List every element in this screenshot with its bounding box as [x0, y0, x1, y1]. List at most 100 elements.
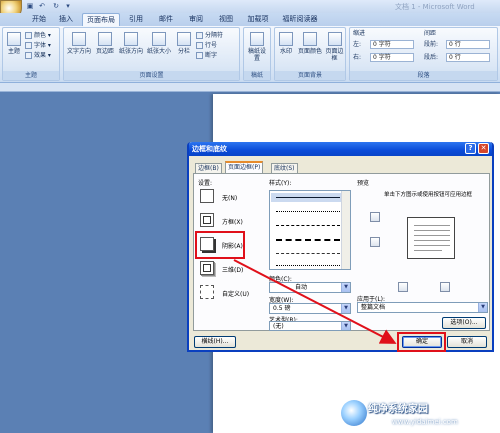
text-direction-button[interactable]: 文字方向: [66, 32, 92, 66]
group-label: 稿纸: [244, 71, 270, 80]
tab-mailings[interactable]: 邮件: [154, 13, 178, 26]
themes-button[interactable]: 主题: [5, 32, 23, 66]
customize-qa-icon[interactable]: ▾: [64, 2, 72, 10]
ribbon-tabs: 开始 插入 页面布局 引用 邮件 审阅 视图 加载项 福昕阅读器: [0, 13, 500, 26]
redo-icon[interactable]: ↻: [52, 2, 60, 10]
style-dash-dot-dot[interactable]: [276, 265, 340, 266]
watermark-url: www.yidaimei.com: [392, 418, 458, 426]
setting-box[interactable]: 方框(X): [200, 213, 260, 230]
indent-left-label: 左:: [353, 41, 362, 48]
style-dotted[interactable]: [276, 211, 340, 212]
help-button[interactable]: ?: [465, 143, 476, 154]
chevron-down-icon[interactable]: ▼: [478, 303, 487, 312]
site-logo-icon: [341, 400, 367, 426]
horizontal-line-button[interactable]: 横线(H)...: [194, 336, 236, 348]
width-select[interactable]: 0.5 磅 ▼: [269, 303, 351, 314]
tab-home[interactable]: 开始: [26, 13, 52, 26]
border-bottom-button[interactable]: [370, 237, 380, 247]
setting-box-label: 方框(X): [222, 219, 243, 226]
close-button[interactable]: ✕: [478, 143, 489, 154]
hyphenation-button[interactable]: 断字: [196, 51, 217, 60]
border-left-button[interactable]: [398, 282, 408, 292]
page-color-button[interactable]: 页面颜色: [297, 32, 323, 66]
style-list-scrollbar[interactable]: [341, 191, 350, 269]
preview-text-line: [414, 250, 442, 251]
tab-addins[interactable]: 加载项: [244, 13, 272, 26]
group-label: 段落: [350, 71, 497, 80]
chevron-down-icon[interactable]: ▼: [341, 322, 350, 330]
columns-button[interactable]: 分栏: [174, 32, 194, 66]
draft-paper-button[interactable]: 稿纸设置: [246, 32, 268, 66]
highlight-ok-button: [397, 332, 446, 352]
spacing-label: 间距: [424, 30, 437, 37]
text-direction-icon: [72, 32, 86, 46]
setting-3d-label: 三维(D): [222, 267, 244, 274]
highlight-shadow-setting: [195, 231, 245, 259]
breaks-button[interactable]: 分隔符: [196, 31, 223, 40]
border-top-button[interactable]: [370, 212, 380, 222]
group-label: 主题: [3, 71, 59, 80]
theme-effects-button[interactable]: 效果 ▾: [25, 51, 51, 60]
save-icon[interactable]: ▣: [26, 2, 34, 10]
style-label: 样式(Y):: [269, 180, 292, 187]
margins-icon: [98, 32, 112, 46]
dialog-title: 边框和底纹: [189, 142, 492, 156]
tab-references[interactable]: 引用: [124, 13, 148, 26]
setting-custom-icon: [200, 285, 214, 299]
options-button[interactable]: 选项(O)...: [442, 317, 486, 329]
indent-label: 缩进: [353, 30, 366, 37]
spacing-after-input[interactable]: 0 行: [446, 53, 490, 62]
setting-none-label: 无(N): [222, 195, 238, 202]
preview-text-line: [414, 235, 450, 236]
tab-review[interactable]: 审阅: [184, 13, 208, 26]
indent-right-input[interactable]: 0 字符: [370, 53, 414, 62]
tab-foxit[interactable]: 福昕阅读器: [278, 13, 322, 26]
theme-fonts-button[interactable]: 字体 ▾: [25, 41, 51, 50]
watermark-button[interactable]: 水印: [276, 32, 296, 66]
window-title: 文档 1 - Microsoft Word: [395, 3, 475, 11]
page-color-icon: [303, 32, 317, 46]
size-button[interactable]: 纸张大小: [146, 32, 172, 66]
art-select[interactable]: (无) ▼: [269, 321, 351, 331]
style-dash-dot[interactable]: [276, 253, 340, 254]
undo-icon[interactable]: ↶: [38, 2, 46, 10]
spacing-before-input[interactable]: 0 行: [446, 40, 490, 49]
indent-left-input[interactable]: 0 字符: [370, 40, 414, 49]
themes-icon: [7, 32, 21, 46]
borders-shading-dialog: 边框和底纹 ? ✕ 边框(B) 页面边框(P) 底纹(S) 设置: 无(N) 方…: [187, 142, 494, 352]
theme-colors-button[interactable]: 颜色 ▾: [25, 31, 51, 40]
group-label: 页面设置: [64, 71, 239, 80]
setting-none[interactable]: 无(N): [200, 189, 260, 206]
setting-custom[interactable]: 自定义(U): [200, 285, 266, 302]
style-list[interactable]: [269, 190, 351, 270]
line-numbers-button[interactable]: 行号: [196, 41, 217, 50]
apply-to-select[interactable]: 整篇文档 ▼: [357, 302, 488, 313]
preview-area[interactable]: 单击下方图示或使用按钮可应用边框: [358, 182, 486, 310]
effects-icon: [25, 52, 32, 59]
margins-button[interactable]: 页边距: [94, 32, 116, 66]
ruler[interactable]: [0, 83, 500, 92]
tab-insert[interactable]: 插入: [54, 13, 78, 26]
style-dashed[interactable]: [276, 225, 340, 226]
page-borders-button[interactable]: 页面边框: [324, 32, 345, 66]
group-paragraph: 缩进 左: 0 字符 右: 0 字符 间距 段前: 0 行 段后: 0 行 段落: [349, 27, 498, 81]
title-bar: ▣ ↶ ↻ ▾ 文档 1 - Microsoft Word: [0, 0, 500, 13]
orientation-button[interactable]: 纸张方向: [118, 32, 144, 66]
border-right-button[interactable]: [440, 282, 450, 292]
draft-paper-icon: [250, 32, 264, 46]
chevron-down-icon[interactable]: ▼: [341, 283, 350, 292]
line-numbers-icon: [196, 42, 203, 49]
art-value: (无): [273, 323, 284, 330]
group-label: 页面背景: [275, 71, 345, 80]
page-borders-icon: [327, 32, 342, 46]
style-dash-long[interactable]: [276, 239, 340, 241]
setting-box-icon: [200, 213, 214, 227]
tab-page-layout[interactable]: 页面布局: [82, 13, 120, 26]
tab-view[interactable]: 视图: [214, 13, 238, 26]
color-select[interactable]: 自动 ▼: [269, 282, 351, 293]
chevron-down-icon[interactable]: ▼: [341, 304, 350, 313]
setting-3d[interactable]: 三维(D): [200, 261, 260, 278]
style-selected-highlight: [271, 193, 341, 202]
cancel-button[interactable]: 取消: [447, 336, 487, 348]
preview-paper[interactable]: [407, 217, 455, 259]
